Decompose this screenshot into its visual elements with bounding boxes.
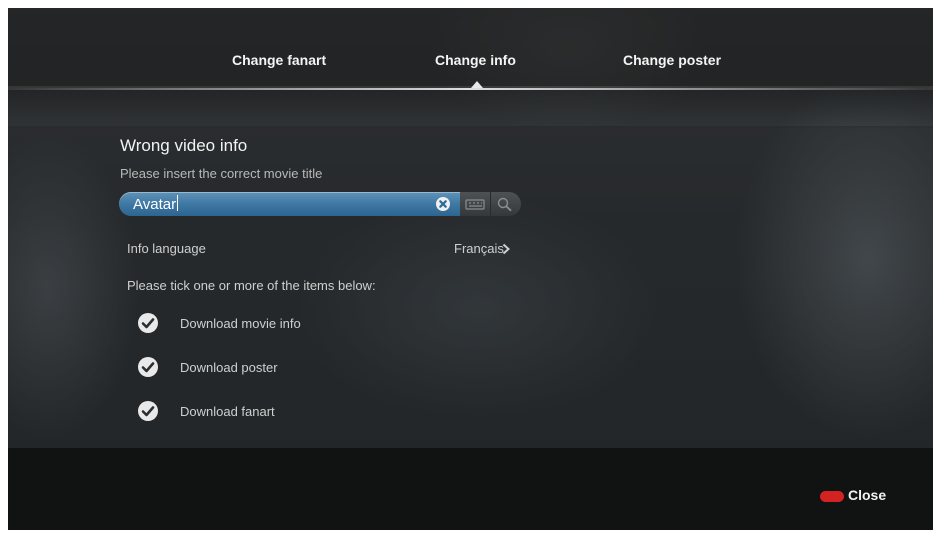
checkmark-icon: [141, 318, 155, 329]
dialog-title: Wrong video info: [120, 136, 248, 155]
tab-change-poster[interactable]: Change poster: [623, 52, 721, 68]
checkbox-download-fanart[interactable]: [138, 401, 160, 423]
red-button-icon: [820, 491, 844, 502]
close-label: Close: [848, 487, 887, 503]
check-circle: [138, 313, 158, 333]
download-fanart-label[interactable]: Download fanart: [180, 404, 275, 419]
download-poster-label[interactable]: Download poster: [180, 360, 278, 375]
text-caret: [177, 195, 179, 211]
movie-title-text: Avatar: [133, 196, 177, 213]
header-band: [8, 90, 933, 128]
items-prompt: Please tick one or more of the items bel…: [127, 278, 376, 293]
download-movie-info-label[interactable]: Download movie info: [180, 316, 301, 331]
checkbox-download-movie-info[interactable]: [138, 313, 160, 335]
dialog-subtitle: Please insert the correct movie title: [120, 166, 323, 181]
active-tab-indicator: [471, 81, 483, 88]
movie-title-value: Avatar: [133, 195, 179, 213]
info-language-value[interactable]: Français: [454, 241, 504, 256]
clear-input-icon[interactable]: [436, 197, 450, 211]
checkbox-download-poster[interactable]: [138, 357, 160, 379]
keyboard-icon: [465, 199, 485, 210]
footer-bar: [8, 448, 933, 530]
tab-change-fanart[interactable]: Change fanart: [232, 52, 326, 68]
search-icon: [497, 197, 512, 212]
tab-change-info[interactable]: Change info: [435, 52, 516, 68]
tab-bar: Change fanart Change info Change poster: [8, 8, 933, 86]
checkmark-icon: [141, 406, 155, 417]
keyboard-button[interactable]: [460, 192, 490, 216]
chevron-right-icon[interactable]: [501, 243, 511, 255]
movie-info-screen: Change fanart Change info Change poster …: [8, 8, 933, 530]
check-circle: [138, 401, 158, 421]
movie-title-input[interactable]: Avatar: [119, 192, 460, 216]
info-language-label: Info language: [127, 241, 206, 256]
search-button[interactable]: [491, 192, 521, 216]
checkmark-icon: [141, 362, 155, 373]
check-circle: [138, 357, 158, 377]
